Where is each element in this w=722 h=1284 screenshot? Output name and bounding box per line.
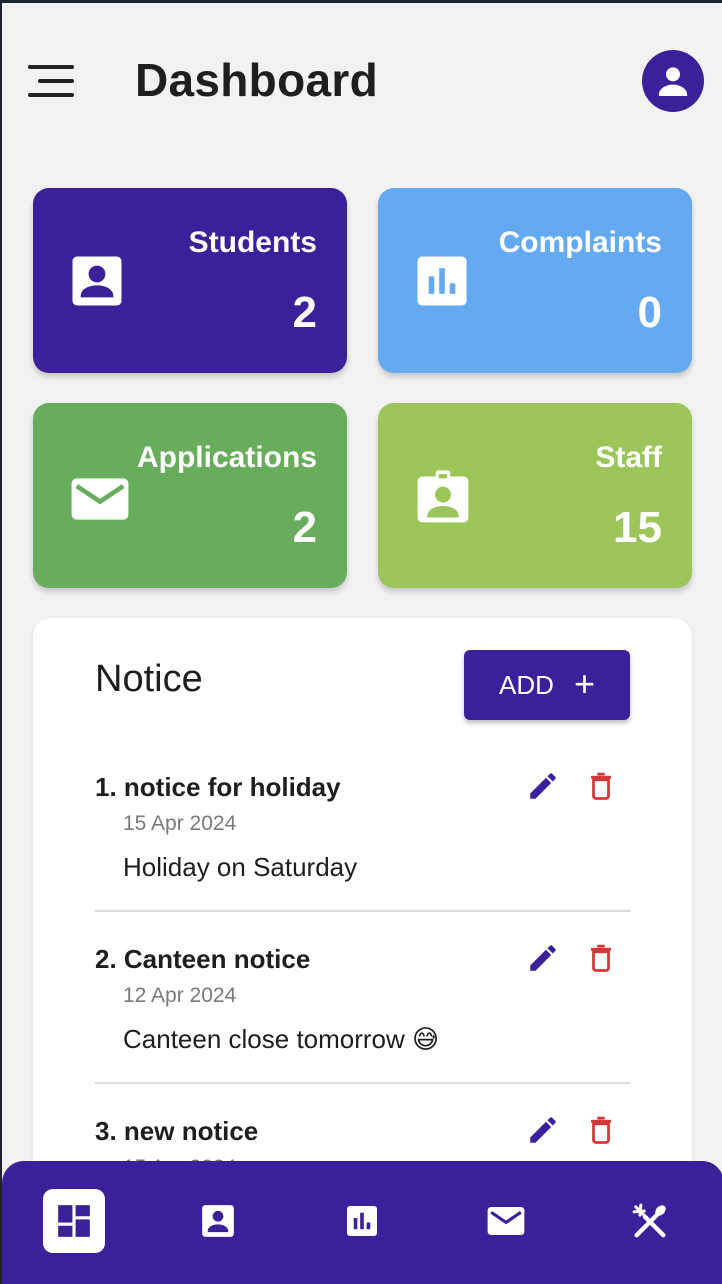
- notice-date: 12 Apr 2024: [123, 984, 237, 1007]
- students-card[interactable]: Students 2: [33, 188, 347, 373]
- delete-notice-button[interactable]: [581, 766, 621, 806]
- complaints-count: 0: [637, 288, 662, 337]
- pencil-icon: [530, 945, 556, 971]
- nav-students[interactable]: [187, 1189, 249, 1253]
- edit-notice-button[interactable]: [523, 766, 563, 806]
- divider: [95, 1082, 631, 1084]
- dashboard-icon: [58, 1205, 90, 1237]
- app-header: Dashboard: [2, 3, 722, 163]
- delete-notice-button[interactable]: [581, 938, 621, 978]
- bar-chart-icon: [347, 1206, 377, 1236]
- notice-date: 15 Apr 2024: [123, 812, 237, 835]
- notice-body: Holiday on Saturday: [123, 852, 358, 882]
- mail-icon: [487, 1207, 525, 1235]
- delete-notice-button[interactable]: [581, 1110, 621, 1150]
- bar-chart-icon: [417, 256, 467, 306]
- add-notice-button[interactable]: ADD +: [464, 650, 630, 720]
- plus-icon: +: [573, 662, 595, 704]
- nav-complaints[interactable]: [331, 1189, 393, 1253]
- app-screen: Dashboard Students 2 Complaints 0 Applic…: [0, 0, 722, 1284]
- add-label: ADD: [499, 669, 554, 700]
- profile-avatar-button[interactable]: [642, 50, 704, 112]
- staff-label: Staff: [595, 441, 662, 474]
- pencil-icon: [530, 773, 556, 799]
- contact-card-icon: [72, 256, 122, 306]
- notice-title: 3. new notice: [95, 1116, 259, 1146]
- nav-dashboard[interactable]: [43, 1189, 105, 1253]
- notice-heading: Notice: [95, 658, 203, 700]
- complaints-label: Complaints: [498, 226, 662, 259]
- contact-card-icon: [202, 1205, 234, 1237]
- notice-title: 1. notice for holiday: [95, 772, 341, 802]
- staff-card[interactable]: Staff 15: [378, 403, 692, 588]
- complaints-card[interactable]: Complaints 0: [378, 188, 692, 373]
- edit-notice-button[interactable]: [523, 938, 563, 978]
- badge-icon: [417, 470, 469, 523]
- bottom-navigation: [2, 1161, 722, 1284]
- trash-icon: [591, 772, 611, 800]
- divider: [95, 910, 631, 912]
- applications-label: Applications: [136, 441, 317, 474]
- nav-applications[interactable]: [475, 1189, 537, 1253]
- edit-notice-button[interactable]: [523, 1110, 563, 1150]
- staff-count: 15: [613, 503, 662, 552]
- trash-icon: [591, 944, 611, 972]
- menu-icon[interactable]: [28, 63, 76, 103]
- applications-count: 2: [292, 503, 317, 552]
- students-label: Students: [188, 226, 317, 259]
- applications-card[interactable]: Applications 2: [33, 403, 347, 588]
- pencil-icon: [530, 1117, 556, 1143]
- page-title: Dashboard: [135, 54, 378, 106]
- trash-icon: [591, 1116, 611, 1144]
- notice-body: Canteen close tomorrow 😅: [123, 1024, 440, 1054]
- students-count: 2: [292, 288, 317, 337]
- nav-canteen[interactable]: [619, 1189, 681, 1253]
- account-icon: [658, 67, 688, 96]
- mail-icon: [71, 478, 129, 520]
- notice-title: 2. Canteen notice: [95, 944, 311, 974]
- utensils-icon: [632, 1203, 666, 1238]
